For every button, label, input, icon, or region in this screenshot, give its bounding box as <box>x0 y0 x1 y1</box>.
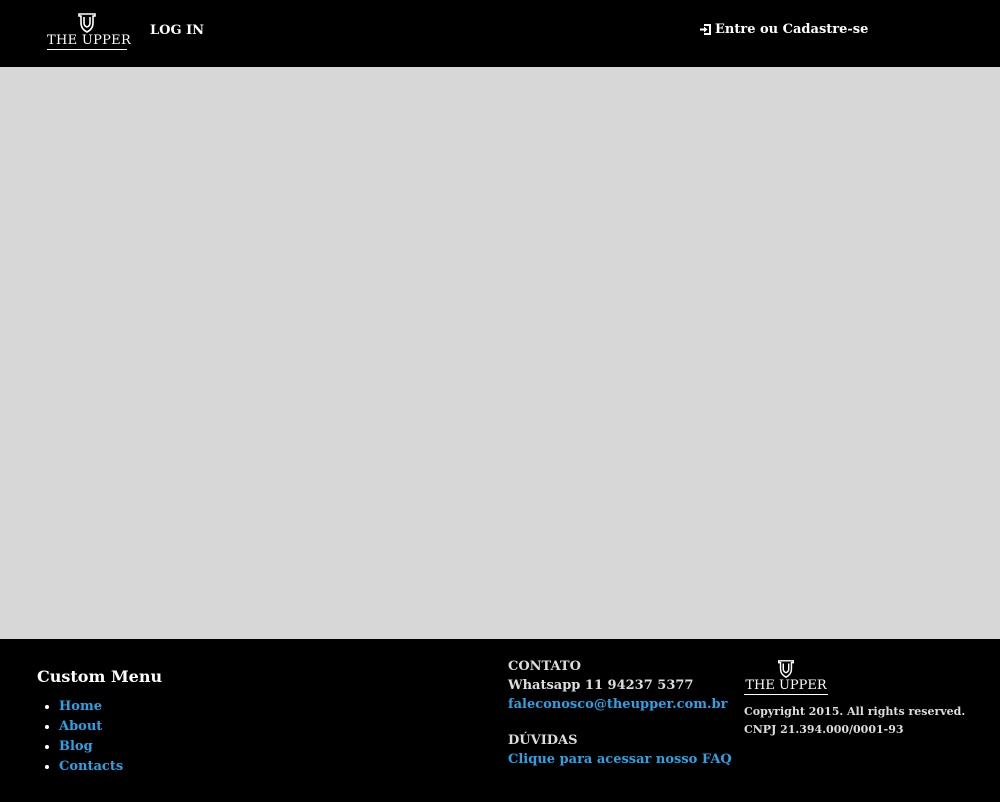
menu-link-about[interactable]: About <box>59 719 102 734</box>
contact-email-link[interactable]: faleconosco@theupper.com.br <box>508 695 732 714</box>
main-content-area <box>0 67 1000 639</box>
list-item: Home <box>59 697 123 717</box>
menu-link-contacts[interactable]: Contacts <box>59 759 123 774</box>
list-item: Contacts <box>59 757 123 777</box>
faq-heading: DÚVIDAS <box>508 733 578 748</box>
brand-column: THE UPPER Copyright 2015. All rights res… <box>744 659 965 739</box>
sign-in-icon <box>700 24 711 35</box>
logo-wordmark: THE UPPER <box>47 33 132 50</box>
site-logo[interactable]: THE UPPER <box>47 12 132 50</box>
crest-icon <box>78 13 96 33</box>
contact-heading: CONTATO <box>508 659 581 674</box>
faq-link[interactable]: Clique para acessar nosso FAQ <box>508 750 732 769</box>
contact-column: CONTATO Whatsapp 11 94237 5377 faleconos… <box>508 657 732 769</box>
contact-phone: Whatsapp 11 94237 5377 <box>508 678 694 693</box>
cnpj-text: CNPJ 21.394.000/0001-93 <box>744 723 904 736</box>
crest-icon <box>778 660 794 678</box>
custom-menu-title: Custom Menu <box>37 667 163 686</box>
menu-link-home[interactable]: Home <box>59 699 102 714</box>
footer-logo: THE UPPER <box>744 659 828 695</box>
login-link[interactable]: LOG IN <box>150 23 204 38</box>
site-footer: Custom Menu Home About Blog Contacts CON… <box>0 639 1000 802</box>
signin-link[interactable]: Entre ou Cadastre-se <box>699 22 868 37</box>
site-header: THE UPPER LOG IN Entre ou Cadastre-se <box>0 0 1000 67</box>
list-item: About <box>59 717 123 737</box>
menu-link-blog[interactable]: Blog <box>59 739 93 754</box>
custom-menu-list: Home About Blog Contacts <box>38 697 123 777</box>
footer-logo-wordmark: THE UPPER <box>744 678 828 695</box>
copyright-text: Copyright 2015. All rights reserved. <box>744 705 966 718</box>
list-item: Blog <box>59 737 123 757</box>
signin-label: Entre ou Cadastre-se <box>715 22 869 37</box>
